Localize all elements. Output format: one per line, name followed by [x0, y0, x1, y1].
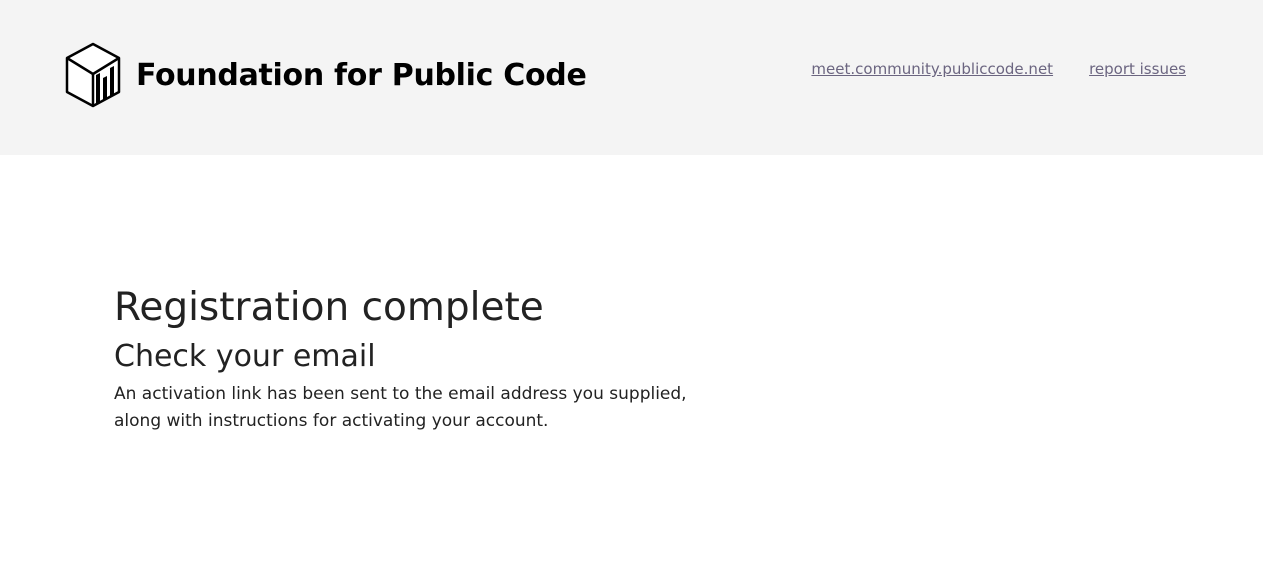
page-subtitle: Check your email — [114, 339, 376, 374]
site-title: Foundation for Public Code — [136, 57, 587, 93]
cube-bar-chart-logo-icon — [65, 42, 121, 108]
header-nav: meet.community.publiccode.net report iss… — [811, 60, 1186, 78]
activation-message: An activation link has been sent to the … — [114, 384, 687, 431]
site-header: Foundation for Public Code meet.communit… — [0, 0, 1263, 155]
page-title: Registration complete — [114, 285, 544, 330]
home-link[interactable]: Foundation for Public Code — [65, 42, 587, 108]
main-content: Registration complete Check your email A… — [114, 285, 714, 435]
nav-link-community[interactable]: meet.community.publiccode.net — [811, 60, 1053, 78]
nav-link-report-issues[interactable]: report issues — [1089, 60, 1186, 78]
